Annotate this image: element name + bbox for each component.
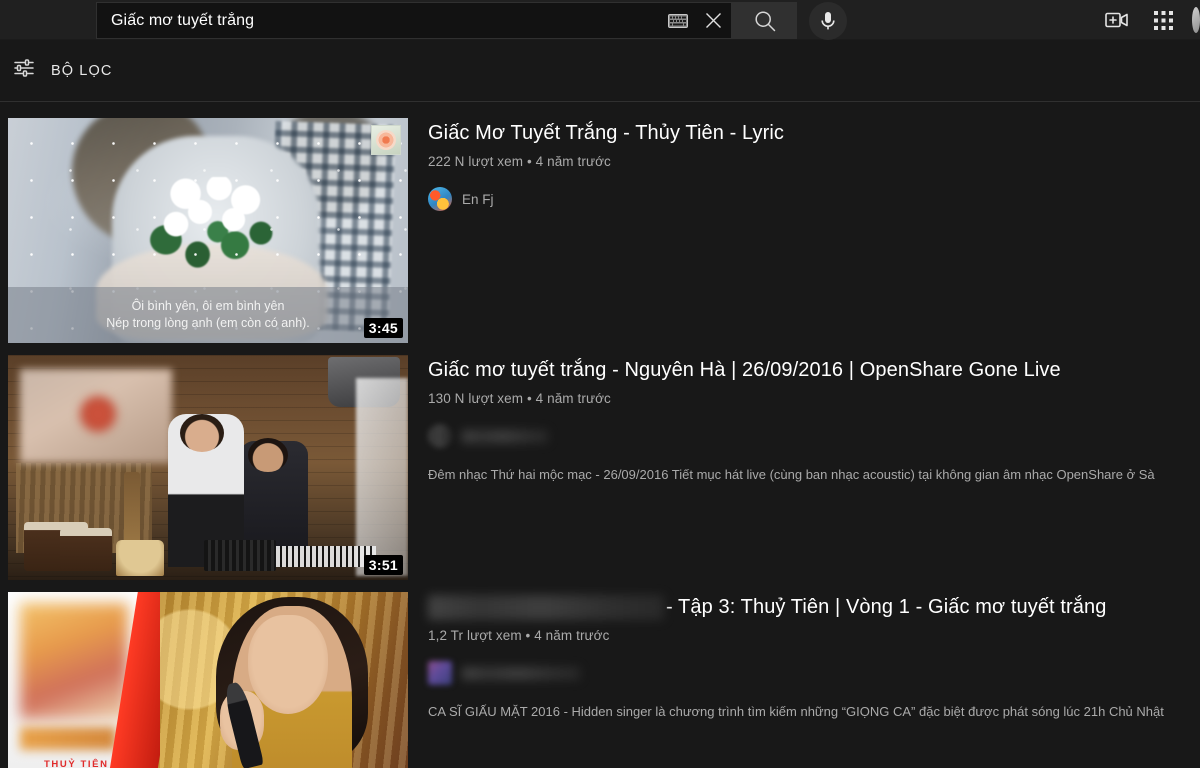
search-button[interactable] — [732, 2, 797, 39]
video-duration-badge: 3:45 — [363, 318, 403, 338]
video-title-text: - Tập 3: Thuỷ Tiên | Vòng 1 - Giấc mơ tu… — [666, 596, 1107, 618]
video-info: - Tập 3: Thuỷ Tiên | Vòng 1 - Giấc mơ tu… — [408, 592, 1200, 768]
meta-separator: • — [525, 628, 531, 644]
filter-sliders-icon — [13, 59, 35, 82]
search-result-item: Ôi bình yên, ôi em bình yên Nép trong lò… — [8, 118, 1200, 343]
upload-age: 4 năm trước — [534, 628, 610, 644]
meta-separator: • — [526, 154, 532, 169]
channel-name[interactable] — [462, 666, 580, 680]
channel-name[interactable]: En Fj — [462, 192, 494, 207]
view-count: 222 N lượt xem — [428, 154, 524, 169]
upload-age: 4 năm trước — [535, 154, 611, 169]
apps-grid-icon[interactable] — [1140, 0, 1186, 40]
view-count: 1,2 Tr lượt xem — [428, 628, 522, 644]
keyboard-icon[interactable] — [665, 10, 691, 32]
account-avatar[interactable] — [1186, 0, 1200, 40]
video-thumbnail[interactable]: Ôi bình yên, ôi em bình yên Nép trong lò… — [8, 118, 408, 343]
video-metadata: 130 N lượt xem • 4 năm trước — [428, 391, 1200, 406]
search-results-list: Ôi bình yên, ôi em bình yên Nép trong lò… — [0, 102, 1200, 768]
channel-row[interactable]: En Fj — [428, 187, 1200, 211]
search-box[interactable] — [96, 2, 732, 39]
top-header — [0, 0, 1200, 40]
subtitle-line-2: Nép trong lòng anh (em còn có anh). — [106, 316, 310, 330]
video-title[interactable]: Giấc mơ tuyết trắng - Nguyên Hà | 26/09/… — [428, 357, 1200, 383]
search-input[interactable] — [97, 11, 665, 30]
meta-separator: • — [526, 391, 532, 406]
video-thumbnail[interactable]: THUỶ TIÊN — [8, 592, 408, 768]
video-metadata: 222 N lượt xem • 4 năm trước — [428, 154, 1200, 169]
video-info: Giấc mơ tuyết trắng - Nguyên Hà | 26/09/… — [408, 355, 1200, 580]
search-result-item: 3:51 Giấc mơ tuyết trắng - Nguyên Hà | 2… — [8, 355, 1200, 580]
video-metadata: 1,2 Tr lượt xem • 4 năm trước — [428, 628, 1200, 643]
video-thumbnail[interactable]: 3:51 — [8, 355, 408, 580]
filters-button[interactable]: BỘ LỌC — [13, 59, 112, 82]
thumbnail-overlay-name: THUỶ TIÊN — [44, 758, 109, 768]
thumbnail-subtitle: Ôi bình yên, ôi em bình yên Nép trong lò… — [8, 287, 408, 343]
voice-search-button[interactable] — [809, 2, 847, 40]
channel-row[interactable] — [428, 424, 1200, 448]
channel-avatar — [428, 424, 452, 448]
channel-name[interactable] — [462, 429, 548, 443]
video-description: Đêm nhạc Thứ hai mộc mạc - 26/09/2016 Ti… — [428, 467, 1155, 482]
microphone-icon — [821, 12, 835, 30]
subtitle-line-1: Ôi bình yên, ôi em bình yên — [131, 299, 285, 313]
video-duration-badge: 3:51 — [363, 555, 403, 575]
channel-row[interactable] — [428, 661, 1200, 686]
video-info: Giấc Mơ Tuyết Trắng - Thủy Tiên - Lyric … — [408, 118, 1200, 343]
clear-search-icon[interactable] — [695, 3, 731, 39]
channel-avatar — [428, 661, 452, 686]
video-title-redacted — [428, 595, 664, 621]
filters-label: BỘ LỌC — [51, 62, 113, 79]
video-title[interactable]: Giấc Mơ Tuyết Trắng - Thủy Tiên - Lyric — [428, 120, 1200, 146]
channel-avatar — [428, 187, 452, 211]
search-result-item: THUỶ TIÊN - Tập 3: Thuỷ Tiên | Vòng 1 - … — [8, 592, 1200, 768]
rose-watermark-icon — [371, 125, 401, 155]
filter-bar: BỘ LỌC — [0, 40, 1200, 102]
upload-age: 4 năm trước — [535, 391, 611, 406]
create-video-icon[interactable] — [1094, 0, 1140, 40]
header-actions — [1094, 0, 1200, 40]
video-description: CA SĨ GIẤU MẶT 2016 - Hidden singer là c… — [428, 704, 1164, 720]
view-count: 130 N lượt xem — [428, 391, 524, 406]
video-title[interactable]: - Tập 3: Thuỷ Tiên | Vòng 1 - Giấc mơ tu… — [428, 594, 1200, 621]
